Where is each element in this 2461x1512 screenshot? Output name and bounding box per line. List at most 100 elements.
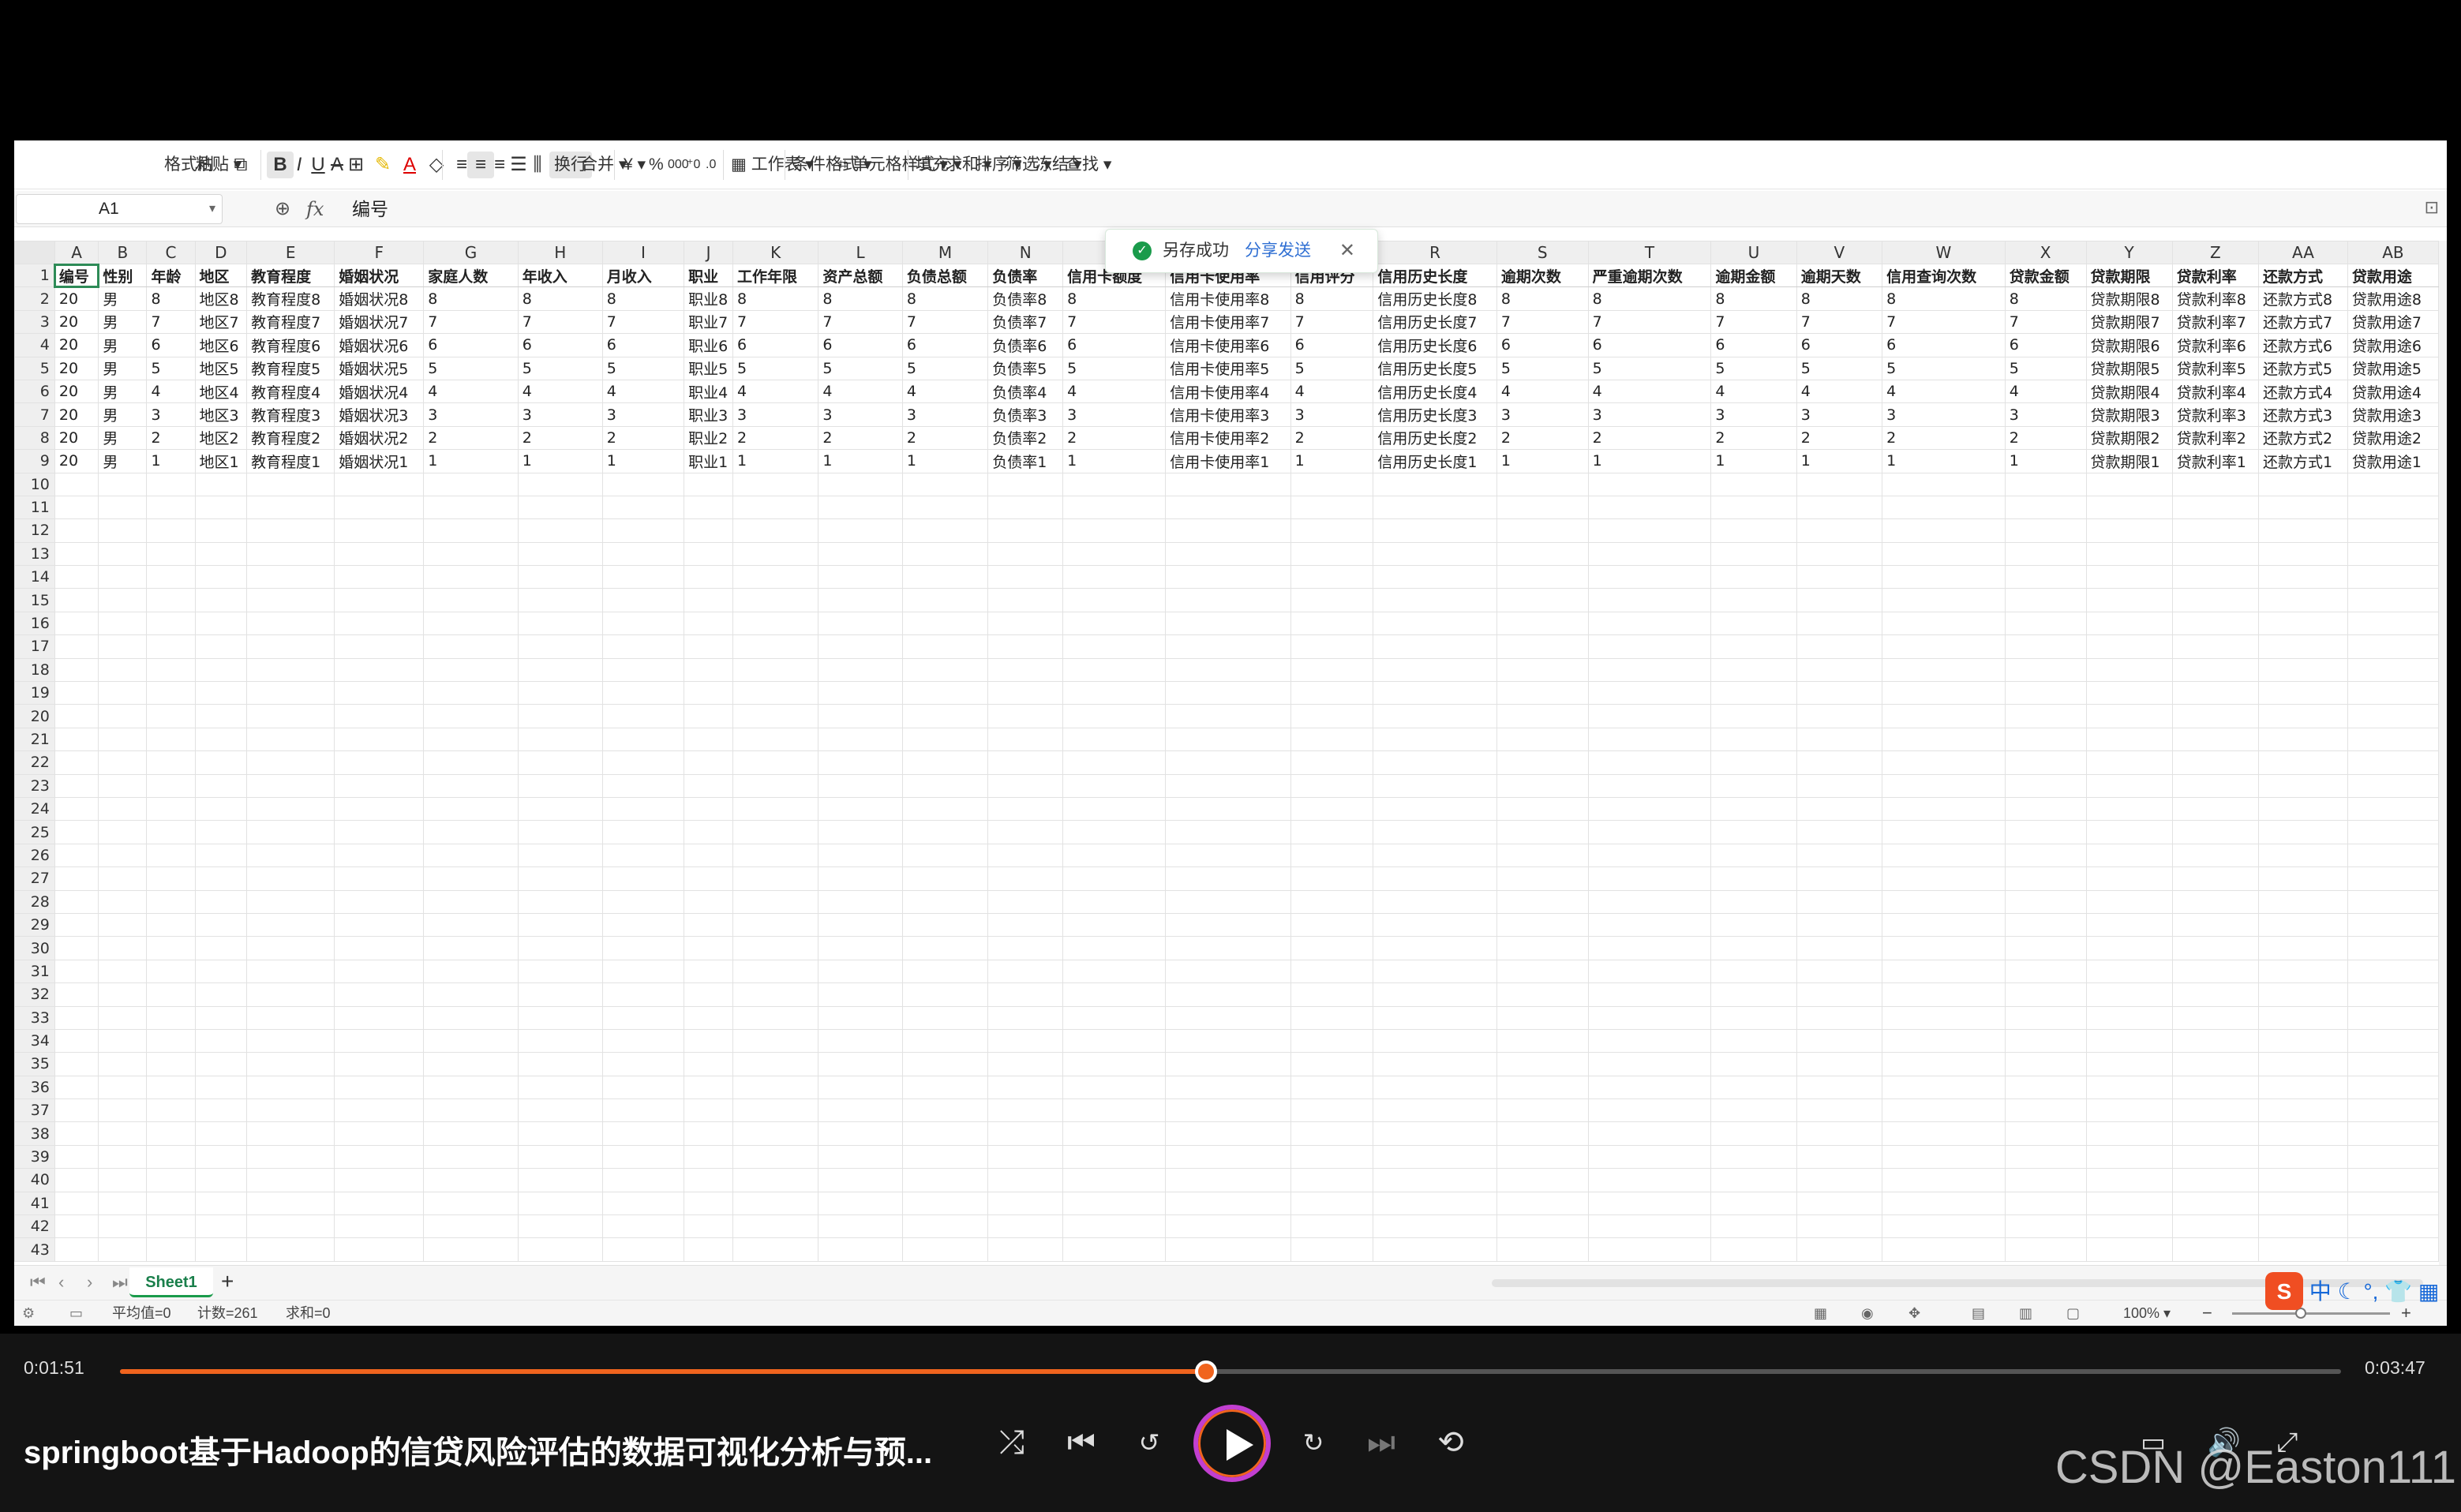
cell[interactable]: [684, 773, 733, 798]
cell[interactable]: 2: [517, 425, 603, 451]
cell[interactable]: [732, 982, 819, 1007]
cell[interactable]: 5: [818, 356, 903, 380]
cell[interactable]: [194, 1098, 248, 1123]
cell[interactable]: [2257, 1214, 2348, 1239]
cell[interactable]: [684, 750, 733, 775]
row-header[interactable]: 10: [14, 472, 55, 496]
cell[interactable]: [2085, 1144, 2173, 1170]
cell[interactable]: [334, 1121, 425, 1146]
cell[interactable]: [146, 1168, 196, 1192]
cell[interactable]: [146, 565, 196, 589]
cell[interactable]: [334, 1237, 425, 1262]
cell[interactable]: [1796, 982, 1883, 1007]
cell[interactable]: [423, 889, 519, 914]
cell[interactable]: [2257, 541, 2348, 567]
cell[interactable]: [146, 889, 196, 914]
cell[interactable]: [2257, 704, 2348, 728]
cell[interactable]: [732, 959, 819, 984]
cell[interactable]: [732, 1098, 819, 1123]
cell[interactable]: [1496, 1028, 1589, 1054]
cell[interactable]: [2347, 866, 2439, 891]
cell[interactable]: [98, 588, 148, 612]
cell[interactable]: 5: [1710, 356, 1797, 380]
column-header[interactable]: I: [601, 241, 685, 264]
cell[interactable]: [1290, 773, 1374, 798]
cell[interactable]: 2: [1882, 425, 2006, 451]
cell[interactable]: [2085, 588, 2173, 612]
cell[interactable]: 6: [732, 333, 819, 357]
cell[interactable]: [1165, 704, 1291, 728]
cell[interactable]: [1796, 1191, 1883, 1216]
cell[interactable]: [732, 1237, 819, 1262]
row-header[interactable]: 38: [14, 1121, 55, 1146]
cell[interactable]: 5: [1796, 356, 1883, 380]
cell[interactable]: 3: [1062, 402, 1167, 427]
name-box[interactable]: A1 ▾: [16, 194, 223, 224]
cell[interactable]: [1373, 681, 1497, 705]
cell[interactable]: [601, 657, 685, 683]
cell[interactable]: [334, 1005, 425, 1030]
cell[interactable]: [423, 1098, 519, 1123]
cell[interactable]: [194, 1214, 248, 1239]
cell[interactable]: 20: [54, 449, 99, 473]
cell[interactable]: 婚姻状况8: [334, 286, 425, 311]
cell[interactable]: [1062, 1144, 1167, 1170]
cell[interactable]: [194, 495, 248, 520]
cell[interactable]: [146, 611, 196, 636]
cell[interactable]: [246, 681, 335, 705]
sheet-tab[interactable]: Sheet1: [129, 1267, 213, 1297]
cell[interactable]: 1: [1496, 449, 1589, 473]
distribute-icon[interactable]: ⫼: [524, 152, 551, 178]
cell[interactable]: 8: [146, 286, 196, 311]
cell[interactable]: [423, 727, 519, 752]
cell[interactable]: [2004, 565, 2087, 589]
cell[interactable]: [423, 495, 519, 520]
cell[interactable]: [98, 912, 148, 938]
loop-icon[interactable]: ⟲: [1429, 1424, 1473, 1461]
cell[interactable]: [818, 936, 903, 960]
cell[interactable]: [246, 843, 335, 868]
cell[interactable]: [1710, 1144, 1797, 1170]
cell[interactable]: [987, 704, 1064, 728]
cell[interactable]: [1882, 750, 2006, 775]
cell[interactable]: [1710, 565, 1797, 589]
cell[interactable]: [1882, 1028, 2006, 1054]
row-header[interactable]: 16: [14, 611, 55, 636]
cell[interactable]: [1496, 704, 1589, 728]
cell[interactable]: [1062, 727, 1167, 752]
macro-icon[interactable]: ⚙: [22, 1301, 35, 1326]
cell[interactable]: [2347, 727, 2439, 752]
cell[interactable]: 信用卡使用率7: [1165, 309, 1291, 335]
cell[interactable]: [2347, 611, 2439, 636]
cell[interactable]: 婚姻状况3: [334, 402, 425, 427]
row-header[interactable]: 14: [14, 565, 55, 589]
cell[interactable]: [732, 796, 819, 821]
cell[interactable]: [334, 681, 425, 705]
cell[interactable]: [334, 866, 425, 891]
cell[interactable]: [1796, 843, 1883, 868]
cell[interactable]: [684, 472, 733, 496]
cell[interactable]: 6: [601, 333, 685, 357]
cell[interactable]: [1165, 1075, 1291, 1100]
cell[interactable]: 教育程度2: [246, 425, 335, 451]
cell[interactable]: [601, 565, 685, 589]
cell[interactable]: 4: [423, 379, 519, 404]
cell[interactable]: 5: [1882, 356, 2006, 380]
cell[interactable]: [54, 866, 99, 891]
cell[interactable]: [1587, 1214, 1712, 1239]
cell[interactable]: [54, 657, 99, 683]
cell[interactable]: [987, 681, 1064, 705]
cell[interactable]: [818, 704, 903, 728]
cell[interactable]: [2257, 750, 2348, 775]
cell[interactable]: [684, 588, 733, 612]
cell[interactable]: 严重逾期次数: [1587, 263, 1712, 288]
cell[interactable]: 6: [146, 333, 196, 357]
cell[interactable]: [2257, 1028, 2348, 1054]
cell[interactable]: [98, 727, 148, 752]
cell[interactable]: [2347, 1191, 2439, 1216]
cell[interactable]: [1165, 1052, 1291, 1076]
cell[interactable]: [2171, 634, 2259, 659]
cell[interactable]: 1: [2004, 449, 2087, 473]
cell[interactable]: 3: [2004, 402, 2087, 427]
cell[interactable]: [1062, 472, 1167, 496]
